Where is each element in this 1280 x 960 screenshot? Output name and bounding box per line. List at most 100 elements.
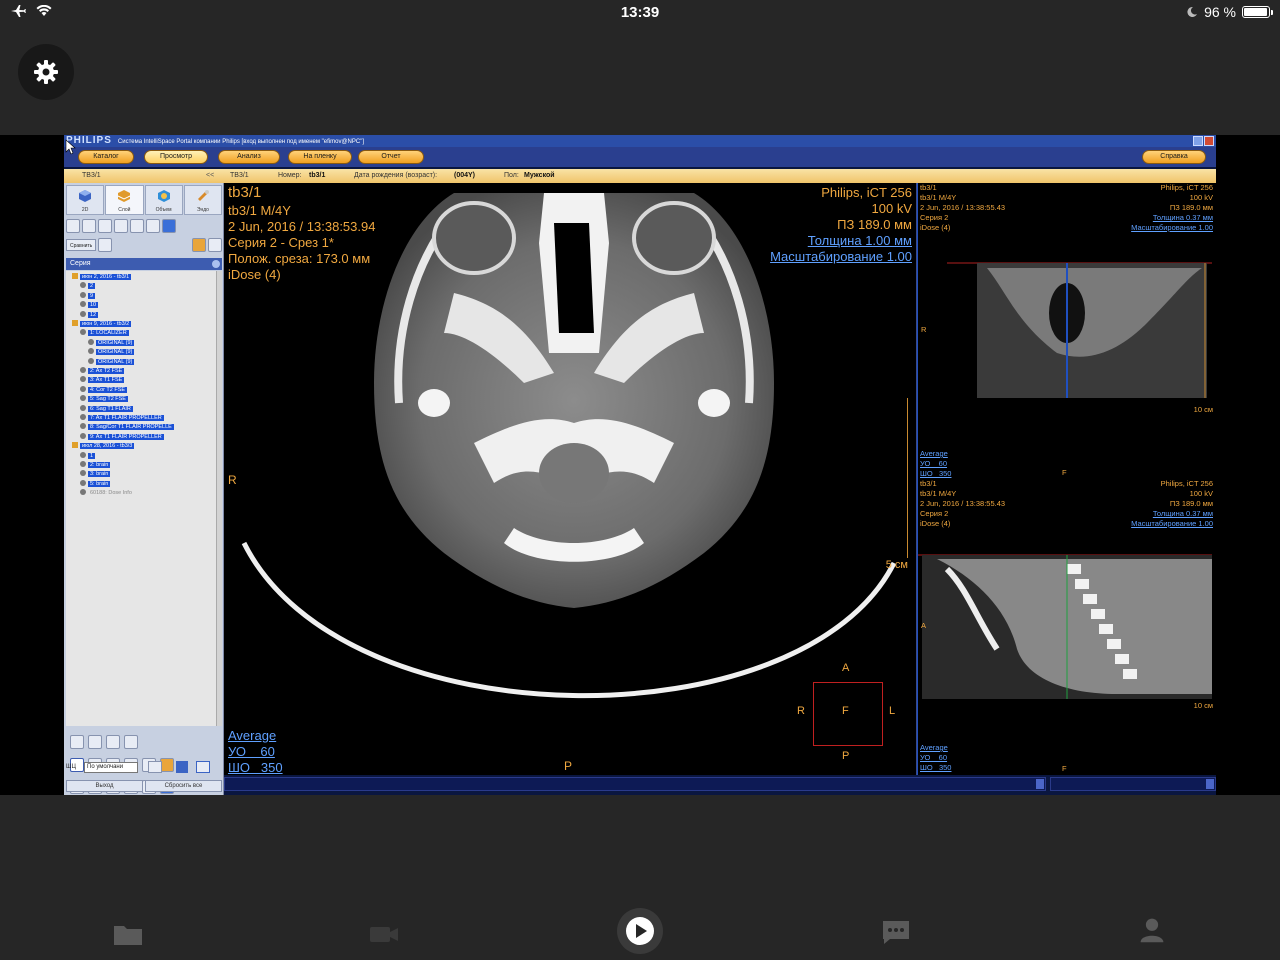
reset-all-button[interactable]: Сбросить все [145,780,222,792]
chat-icon[interactable] [880,918,912,946]
mode-tab-slice[interactable]: Слой [105,185,144,215]
settings-tool-icon[interactable] [208,238,222,252]
video-icon[interactable] [368,920,400,948]
tree-study[interactable]: июл 28, 2016 - tb3/3 [72,442,135,450]
main-overlay-ww-link[interactable]: ШО 350 [228,760,283,775]
tree-series[interactable]: 2: brain [80,461,111,469]
tree-study[interactable]: июн 9, 2016 - tb3/2 [72,320,132,328]
mode-tab-2d[interactable]: 2D [66,185,105,215]
scroll-arrow-icon[interactable] [1036,779,1044,789]
tree-series[interactable]: ORIGINAL (9) [88,338,135,347]
sagittal-overlay-average-link[interactable]: Average [920,743,948,753]
tree-series[interactable]: ORIGINAL (9) [88,357,135,366]
tree-study[interactable]: июн 2, 2016 - tb3/1 [72,273,132,281]
tree-series[interactable]: 4: Cor T2 FSE [80,385,128,394]
tree-series[interactable]: 1: LOCALIZER [80,329,129,337]
tree-series[interactable]: 7: Ax T1 FLAIR PROPELLER [80,414,164,422]
settings-button[interactable] [18,44,74,100]
copy-icon[interactable] [106,735,120,749]
remote-stream[interactable]: PHILIPS Система IntelliSpace Portal компа… [0,135,1280,795]
copy-layout-icon[interactable] [148,761,162,773]
coronal-viewport[interactable]: tb3/1 tb3/1 M/4Y 2 Jun, 2016 / 13:38:55.… [917,183,1216,479]
nav-help-button[interactable]: Справка [1142,150,1206,164]
series-close-icon[interactable] [212,260,220,268]
main-overlay-thickness-link[interactable]: Толщина 1.00 мм [808,233,912,248]
patient-sex-value: Мужской [524,172,555,179]
tree-series[interactable]: 2 [80,282,96,290]
preset-select[interactable]: По умолчани [84,762,138,773]
skull-preset-icon[interactable] [82,219,96,233]
tree-series[interactable]: 5: brain [80,479,111,488]
play-button[interactable] [617,908,663,954]
sagittal-overlay-thickness-link[interactable]: Толщина 0.37 мм [1153,509,1213,519]
coronal-overlay-ww-link[interactable]: ШО 350 [920,469,951,479]
nav-view-button[interactable]: Просмотр [144,150,208,164]
sagittal-overlay-wl-link[interactable]: УО 60 [920,753,947,763]
brain-preset-icon[interactable] [98,219,112,233]
tree-series[interactable]: 5: Sag T2 FSE [80,395,128,403]
mode-tab-endo[interactable]: Эндо [183,185,222,215]
sagittal-overlay-ww-link[interactable]: ШО 350 [920,763,951,773]
export-icon[interactable] [192,238,206,252]
axial-viewport[interactable]: tb3/1 tb3/1 M/4Y 2 Jun, 2016 / 13:38:53.… [224,183,916,775]
coronal-overlay-average-link[interactable]: Average [920,449,948,459]
tree-series[interactable]: 8: Sag/Cor T1 FLAIR PROPELLE [80,423,174,431]
main-overlay-wl-link[interactable]: УО 60 [228,744,275,759]
main-overlay-average-link[interactable]: Average [228,728,276,743]
film-icon[interactable] [124,735,138,749]
sagittal-viewport[interactable]: tb3/1 tb3/1 M/4Y 2 Jun, 2016 / 13:38:55.… [917,479,1216,775]
save-icon[interactable] [70,735,84,749]
tree-series[interactable]: 60188: Dose Info [80,489,134,497]
nav-analysis-button[interactable]: Анализ [218,150,280,164]
tree-series[interactable]: 10 [80,301,99,309]
exit-button[interactable]: Выход [66,780,143,792]
nav-catalog-button[interactable]: Каталог [78,150,134,164]
main-overlay-zoom-link[interactable]: Масштабирование 1.00 [770,249,912,264]
scroll-arrow-icon[interactable] [1206,779,1214,789]
tree-series[interactable]: 3: Ax T1 FSE [80,376,125,384]
link-icon[interactable] [98,238,113,252]
nav-film-button[interactable]: На пленку [288,150,352,164]
sync-icon[interactable] [130,219,144,233]
tree-series[interactable]: 12 [80,310,99,319]
collapse-panel-button[interactable]: << [206,169,214,183]
tree-series[interactable]: 3: brain [80,470,111,478]
tree-scrollbar[interactable] [216,271,222,726]
tree-series[interactable]: 9: Ax T1 FLAIR PROPELLER [80,432,164,441]
sagittal-overlay-zoom-link[interactable]: Масштабирование 1.00 [1131,519,1213,529]
main-slice-scrollbar[interactable] [224,777,1046,791]
coronal-overlay-zoom-link[interactable]: Масштабирование 1.00 [1131,223,1213,233]
nav-report-button[interactable]: Отчет [358,150,424,164]
coronal-overlay-series: Серия 2 [920,213,949,222]
spine-preset-icon[interactable] [114,219,128,233]
patient-tab-main[interactable]: ТВ3/1 [230,169,249,183]
series-icon [80,310,86,317]
stack-icon[interactable] [176,761,188,773]
tree-series[interactable]: ORIGINAL (9) [88,348,135,356]
layout-icon[interactable] [146,219,160,233]
mode-tab-volume[interactable]: Объем [144,185,183,215]
tree-series[interactable]: 6: Sag T1 FLAIR [80,404,133,413]
close-button[interactable] [1204,136,1214,146]
moon-icon [1187,6,1198,17]
tree-series[interactable]: 2: Ax T2 FSE [80,367,125,375]
folder-icon[interactable] [112,920,144,948]
fit-icon[interactable] [196,761,210,773]
patient-tab-left[interactable]: ТВ3/1 [82,169,101,183]
tree-item-label: 7: Ax T1 FLAIR PROPELLER [88,415,164,421]
minimize-button[interactable] [1193,136,1203,146]
coronal-overlay-wl-link[interactable]: УО 60 [920,459,947,469]
mode-tab-label: 2D [81,207,89,213]
compare-button[interactable]: Сравнить [66,239,97,251]
right-slice-scrollbar[interactable] [1050,777,1216,791]
camera-icon[interactable] [88,735,102,749]
coronal-overlay-thickness-link[interactable]: Толщина 0.37 мм [1153,213,1213,223]
sagittal-overlay-datetime: 2 Jun, 2016 / 13:38:55.43 [920,499,1006,508]
person-icon[interactable] [1136,916,1168,944]
patient-dob-value: (004Y) [454,172,476,179]
tree-series[interactable]: 9 [80,291,96,300]
lungs-preset-icon[interactable] [66,219,80,233]
tree-series[interactable]: 1 [80,451,96,460]
tree-item-label: 1: LOCALIZER [88,330,129,337]
grid-layout-icon[interactable] [162,219,176,233]
